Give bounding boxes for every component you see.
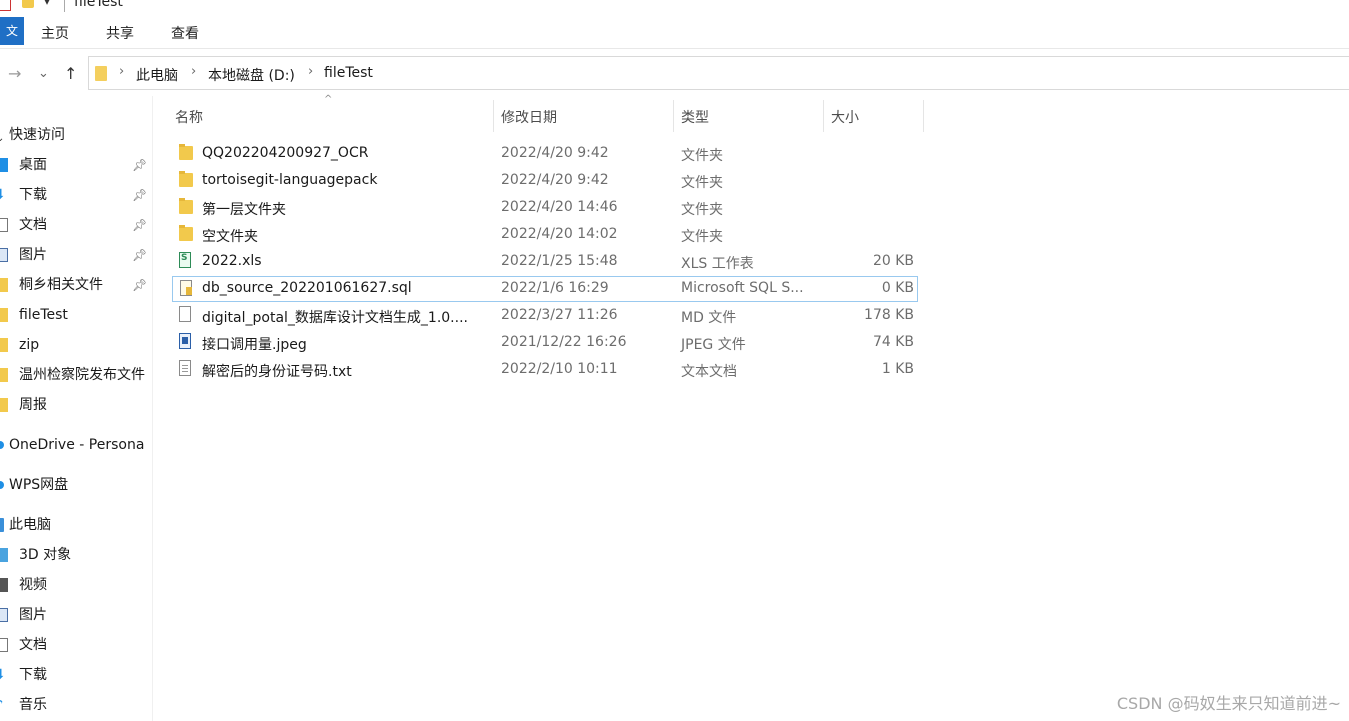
up-arrow-icon[interactable]: ↑ — [64, 64, 77, 83]
column-header-type[interactable]: 类型 — [681, 107, 709, 127]
cloud-icon — [0, 441, 4, 449]
file-row[interactable]: tortoisegit-languagepack 2022/4/20 9:42 … — [172, 168, 918, 194]
file-row[interactable]: 解密后的身份证号码.txt 2022/2/10 10:11 文本文档 1 KB — [172, 357, 918, 383]
md-file-icon — [179, 306, 191, 322]
title-bar: ▾ fileTest — [0, 0, 1349, 14]
desktop-icon — [0, 158, 8, 172]
tab-home[interactable]: 主页 — [41, 23, 69, 43]
folder-icon — [0, 278, 8, 292]
column-header-date[interactable]: 修改日期 — [501, 107, 557, 127]
column-header-size[interactable]: 大小 — [831, 107, 859, 127]
sidebar-wps-drive[interactable]: WPS网盘 — [0, 470, 152, 500]
address-bar[interactable]: › 此电脑 › 本地磁盘 (D:) › fileTest — [88, 56, 1349, 90]
chevron-right-icon[interactable]: › — [119, 64, 124, 79]
sort-ascending-icon: ^ — [324, 94, 333, 105]
picture-icon — [0, 248, 8, 262]
pin-icon[interactable]: 📌︎ — [132, 180, 147, 210]
breadcrumb-local-disk[interactable]: 本地磁盘 (D:) — [208, 65, 295, 85]
tab-view[interactable]: 查看 — [171, 23, 199, 43]
picture-icon — [0, 608, 8, 622]
pin-icon[interactable]: 📌︎ — [132, 150, 147, 180]
file-row[interactable]: 第一层文件夹 2022/4/20 14:46 文件夹 — [172, 195, 918, 221]
sidebar-item-documents[interactable]: 文档 📌︎ — [0, 210, 152, 240]
cloud-icon — [0, 481, 4, 489]
sidebar-item-3d-objects[interactable]: 3D 对象 — [0, 540, 152, 570]
sidebar-item-pc-pictures[interactable]: 图片 — [0, 600, 152, 630]
navigation-bar: → ⌄ ↑ › 此电脑 › 本地磁盘 (D:) › fileTest — [0, 56, 1349, 92]
file-row[interactable]: QQ202204200927_OCR 2022/4/20 9:42 文件夹 — [172, 141, 918, 167]
column-divider[interactable] — [923, 100, 924, 132]
txt-file-icon — [179, 360, 191, 376]
folder-icon — [95, 66, 107, 81]
folder-icon — [179, 144, 193, 160]
chevron-right-icon[interactable]: › — [308, 64, 313, 79]
sidebar-item-pc-downloads[interactable]: ⬇ 下载 — [0, 660, 152, 690]
sidebar-item-pc-documents[interactable]: 文档 — [0, 630, 152, 660]
recent-locations-chevron-icon[interactable]: ⌄ — [38, 66, 49, 81]
chevron-right-icon[interactable]: › — [191, 64, 196, 79]
sidebar-item-videos[interactable]: 视频 — [0, 570, 152, 600]
column-headers: ^ 名称 修改日期 类型 大小 — [152, 94, 924, 136]
file-row[interactable]: 空文件夹 2022/4/20 14:02 文件夹 — [172, 222, 918, 248]
sidebar-item-downloads[interactable]: ⬇ 下载 📌︎ — [0, 180, 152, 210]
breadcrumb-filetest[interactable]: fileTest — [324, 65, 373, 81]
title-divider — [64, 0, 65, 12]
column-header-name[interactable]: 名称 — [175, 107, 203, 127]
customize-quick-access-icon[interactable]: ▾ — [44, 0, 50, 8]
new-folder-icon[interactable] — [22, 0, 34, 8]
file-row[interactable]: 2022.xls 2022/1/25 15:48 XLS 工作表 20 KB — [172, 249, 918, 275]
pin-icon[interactable]: 📌︎ — [132, 240, 147, 270]
sidebar-onedrive[interactable]: OneDrive - Persona — [0, 430, 152, 460]
pin-icon[interactable]: 📌︎ — [132, 270, 147, 300]
xls-file-icon — [179, 252, 191, 268]
breadcrumb-this-pc[interactable]: 此电脑 — [136, 65, 178, 85]
music-icon: ♪ — [0, 690, 8, 714]
sidebar-item-wenzhou[interactable]: 温州检察院发布文件 — [0, 360, 152, 390]
folder-icon — [179, 171, 193, 187]
sql-file-icon — [180, 280, 192, 296]
folder-icon — [0, 398, 8, 412]
document-icon — [0, 638, 8, 652]
navigation-pane: ⌄ 快速访问 桌面 📌︎ ⬇ 下载 📌︎ 文档 📌︎ 图片 📌︎ 桐乡相关文件 … — [0, 96, 153, 721]
column-divider[interactable] — [493, 100, 494, 132]
pin-icon[interactable]: 📌︎ — [132, 210, 147, 240]
file-row[interactable]: 接口调用量.jpeg 2021/12/22 16:26 JPEG 文件 74 K… — [172, 330, 918, 356]
document-icon — [0, 218, 8, 232]
download-icon: ⬇ — [0, 660, 8, 683]
file-row-selected[interactable]: db_source_202201061627.sql 2022/1/6 16:2… — [172, 276, 918, 302]
sidebar-item-music[interactable]: ♪ 音乐 — [0, 690, 152, 720]
folder-icon — [179, 225, 193, 241]
cube-icon — [0, 548, 8, 562]
sidebar-quick-access[interactable]: ⌄ 快速访问 — [0, 120, 152, 150]
file-row[interactable]: digital_potal_数据库设计文档生成_1.0.... 2022/3/2… — [172, 303, 918, 329]
tab-share[interactable]: 共享 — [106, 23, 134, 43]
computer-icon — [0, 518, 4, 532]
download-icon: ⬇ — [0, 180, 8, 203]
properties-icon[interactable] — [0, 0, 11, 11]
folder-icon — [0, 308, 8, 322]
video-icon — [0, 578, 8, 592]
folder-icon — [179, 198, 193, 214]
ribbon-tabs: 文 主页 共享 查看 — [0, 14, 1349, 49]
column-divider[interactable] — [823, 100, 824, 132]
watermark: CSDN @码奴生来只知道前进~ — [1116, 694, 1341, 713]
window-title: fileTest — [74, 0, 123, 10]
sidebar-item-zip[interactable]: zip — [0, 330, 152, 360]
forward-arrow-icon[interactable]: → — [8, 64, 21, 83]
tab-file[interactable]: 文 — [0, 17, 24, 45]
sidebar-this-pc[interactable]: 此电脑 — [0, 510, 152, 540]
sidebar-item-desktop[interactable]: 桌面 📌︎ — [0, 150, 152, 180]
sidebar-item-tongxiang[interactable]: 桐乡相关文件 📌︎ — [0, 270, 152, 300]
chevron-down-icon[interactable]: ⌄ — [0, 124, 6, 144]
jpeg-file-icon — [179, 333, 191, 349]
sidebar-item-filetest[interactable]: fileTest — [0, 300, 152, 330]
sidebar-item-pictures[interactable]: 图片 📌︎ — [0, 240, 152, 270]
column-divider[interactable] — [673, 100, 674, 132]
folder-icon — [0, 368, 8, 382]
sidebar-item-weekly[interactable]: 周报 — [0, 390, 152, 420]
folder-icon — [0, 338, 8, 352]
